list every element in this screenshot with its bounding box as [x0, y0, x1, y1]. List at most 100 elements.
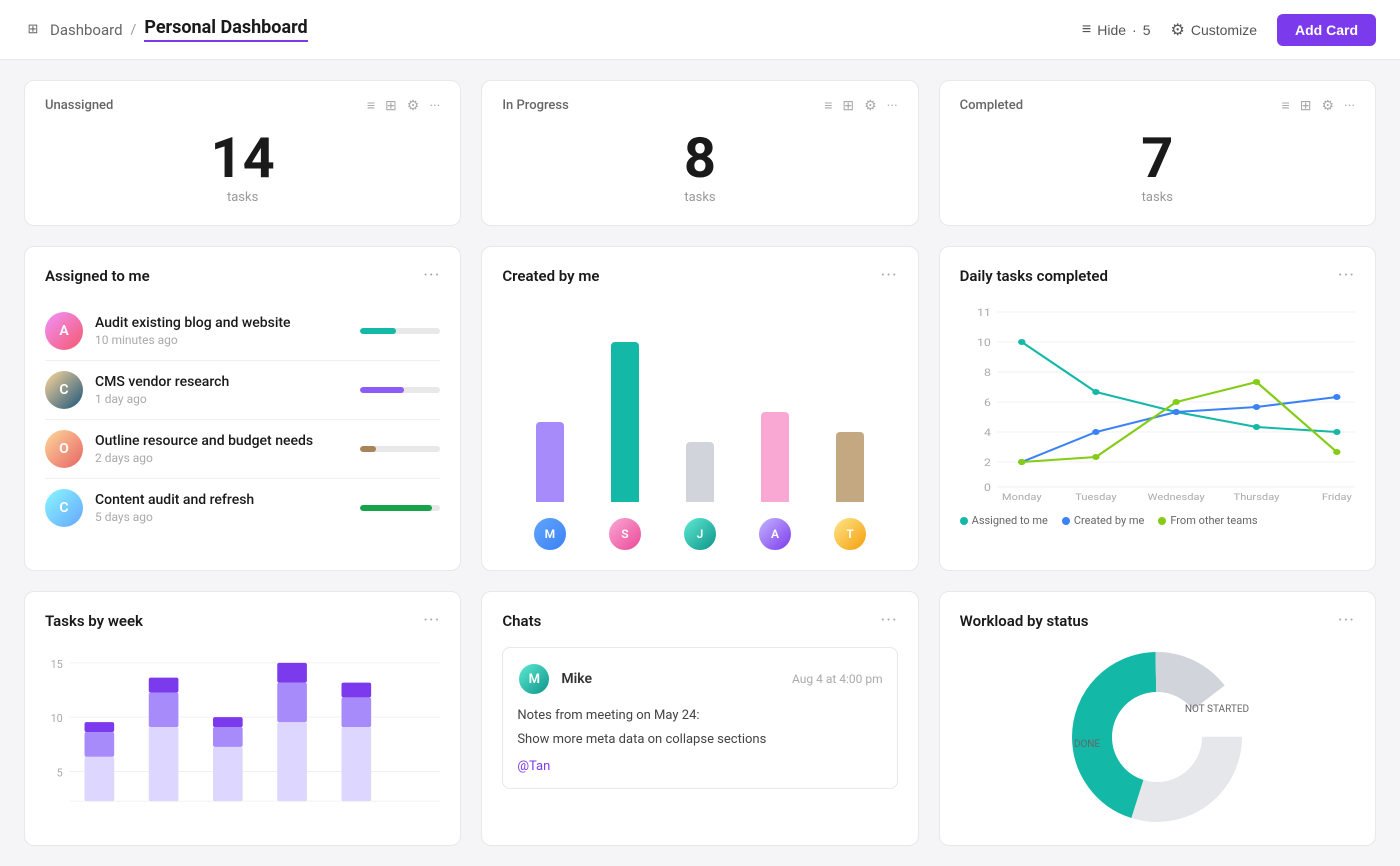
legend-label: Created by me — [1074, 514, 1145, 527]
unassigned-card: Unassigned ≡ ⊞ ⚙ ··· 14 tasks — [24, 80, 461, 226]
hide-count-value: 5 — [1143, 22, 1151, 38]
task-item: C CMS vendor research 1 day ago — [45, 361, 440, 420]
bar-group — [686, 442, 714, 502]
progress-bar — [360, 387, 404, 393]
inprogress-label: tasks — [684, 190, 715, 205]
stat-card-icons: ≡ ⊞ ⚙ ··· — [367, 97, 440, 114]
settings-icon-3[interactable]: ⚙ — [1321, 98, 1334, 114]
stat-card-icons-3: ≡ ⊞ ⚙ ··· — [1282, 97, 1355, 114]
created-more-icon[interactable]: ··· — [881, 265, 898, 286]
stat-cards-row: Unassigned ≡ ⊞ ⚙ ··· 14 tasks In Progres… — [24, 80, 1376, 226]
progress-bar-container — [360, 328, 440, 334]
bar-group — [536, 422, 564, 502]
avatar: C — [45, 489, 83, 527]
progress-bar-container — [360, 387, 440, 393]
expand-icon-2[interactable]: ⊞ — [842, 98, 854, 114]
avatar-small: T — [832, 516, 868, 552]
main-content: Unassigned ≡ ⊞ ⚙ ··· 14 tasks In Progres… — [0, 60, 1400, 866]
more-icon-2[interactable]: ··· — [887, 98, 898, 114]
workload-title: Workload by status — [960, 612, 1089, 630]
progress-bar-container — [360, 505, 440, 511]
tasks-week-more-icon[interactable]: ··· — [423, 610, 440, 631]
task-item: O Outline resource and budget needs 2 da… — [45, 420, 440, 479]
avatar-small: M — [532, 516, 568, 552]
assigned-more-icon[interactable]: ··· — [423, 265, 440, 286]
completed-number: 7 — [1141, 130, 1173, 186]
svg-text:NOT STARTED: NOT STARTED — [1185, 704, 1249, 715]
legend-label: Assigned to me — [972, 514, 1048, 527]
expand-icon-3[interactable]: ⊞ — [1300, 98, 1312, 114]
chats-more-icon[interactable]: ··· — [881, 610, 898, 631]
dashboard-icon: ⊞ — [24, 21, 42, 39]
chat-user: M Mike — [517, 662, 592, 696]
svg-text:Monday: Monday — [1002, 493, 1042, 502]
hide-button[interactable]: ≡ Hide · 5 — [1082, 21, 1151, 39]
legend-created: Created by me — [1062, 514, 1145, 527]
filter-icon-2[interactable]: ≡ — [824, 97, 832, 114]
breadcrumb: ⊞ Dashboard / Personal Dashboard — [24, 17, 308, 42]
legend-other: From other teams — [1158, 514, 1257, 527]
task-name: Outline resource and budget needs — [95, 433, 348, 449]
inprogress-title: In Progress — [502, 98, 568, 113]
customize-button[interactable]: ⚙ Customize — [1171, 20, 1257, 40]
settings-icon[interactable]: ⚙ — [407, 98, 420, 114]
tasks-by-week-title: Tasks by week — [45, 612, 143, 630]
unassigned-label: tasks — [227, 190, 258, 205]
chat-time: Aug 4 at 4:00 pm — [792, 672, 883, 686]
progress-bar-container — [360, 446, 440, 452]
svg-text:11: 11 — [977, 307, 991, 319]
svg-text:15: 15 — [51, 658, 63, 671]
chat-avatar: M — [517, 662, 551, 696]
daily-tasks-card: Daily tasks completed ··· 11 10 8 6 4 2 … — [939, 246, 1376, 571]
bottom-row: Tasks by week ··· 15 10 5 — [24, 591, 1376, 846]
legend-dot — [1158, 517, 1166, 525]
svg-text:4: 4 — [984, 427, 992, 439]
breadcrumb-parent[interactable]: Dashboard — [50, 21, 123, 39]
bar — [836, 432, 864, 502]
hide-icon: ≡ — [1082, 21, 1091, 39]
svg-text:Tuesday: Tuesday — [1075, 493, 1117, 502]
avatar-small: J — [682, 516, 718, 552]
avatar: C — [45, 371, 83, 409]
page-title: Personal Dashboard — [144, 17, 307, 42]
assigned-card-title: Assigned to me — [45, 267, 150, 285]
expand-icon[interactable]: ⊞ — [385, 98, 397, 114]
completed-title: Completed — [960, 98, 1023, 113]
bar — [611, 342, 639, 502]
task-name: Content audit and refresh — [95, 492, 348, 508]
svg-text:6: 6 — [984, 397, 991, 409]
line-chart: 11 10 8 6 4 2 0 Monday Tuesday Wednesday… — [960, 302, 1355, 502]
progress-bar — [360, 505, 432, 511]
svg-text:Thursday: Thursday — [1233, 493, 1279, 502]
daily-tasks-more-icon[interactable]: ··· — [1338, 265, 1355, 286]
more-icon[interactable]: ··· — [429, 98, 440, 114]
workload-more-icon[interactable]: ··· — [1338, 610, 1355, 631]
svg-text:Friday: Friday — [1321, 493, 1351, 502]
bar-group — [611, 342, 639, 502]
chats-title: Chats — [502, 612, 541, 630]
completed-card: Completed ≡ ⊞ ⚙ ··· 7 tasks — [939, 80, 1376, 226]
more-icon-3[interactable]: ··· — [1344, 98, 1355, 114]
tasks-by-week-card: Tasks by week ··· 15 10 5 — [24, 591, 461, 846]
chat-mention[interactable]: @Tan — [517, 759, 550, 774]
daily-tasks-title: Daily tasks completed — [960, 267, 1108, 285]
settings-icon-2[interactable]: ⚙ — [864, 98, 877, 114]
filter-icon[interactable]: ≡ — [367, 97, 375, 114]
chat-text-2: Show more meta data on collapse sections — [517, 730, 882, 750]
avatar-small: S — [607, 516, 643, 552]
legend-assigned: Assigned to me — [960, 514, 1048, 527]
svg-text:8: 8 — [984, 367, 991, 379]
task-time: 1 day ago — [95, 392, 348, 406]
task-info: Outline resource and budget needs 2 days… — [95, 433, 348, 465]
legend-dot — [960, 517, 968, 525]
chart-legend: Assigned to me Created by me From other … — [960, 514, 1355, 527]
bar — [536, 422, 564, 502]
filter-icon-3[interactable]: ≡ — [1282, 97, 1290, 114]
chat-username: Mike — [561, 671, 592, 687]
svg-text:10: 10 — [51, 712, 63, 725]
task-name: CMS vendor research — [95, 374, 348, 390]
workload-card: Workload by status ··· NOT STARTED DONE — [939, 591, 1376, 846]
hide-label: Hide — [1097, 22, 1126, 38]
bar — [686, 442, 714, 502]
add-card-button[interactable]: Add Card — [1277, 14, 1376, 46]
